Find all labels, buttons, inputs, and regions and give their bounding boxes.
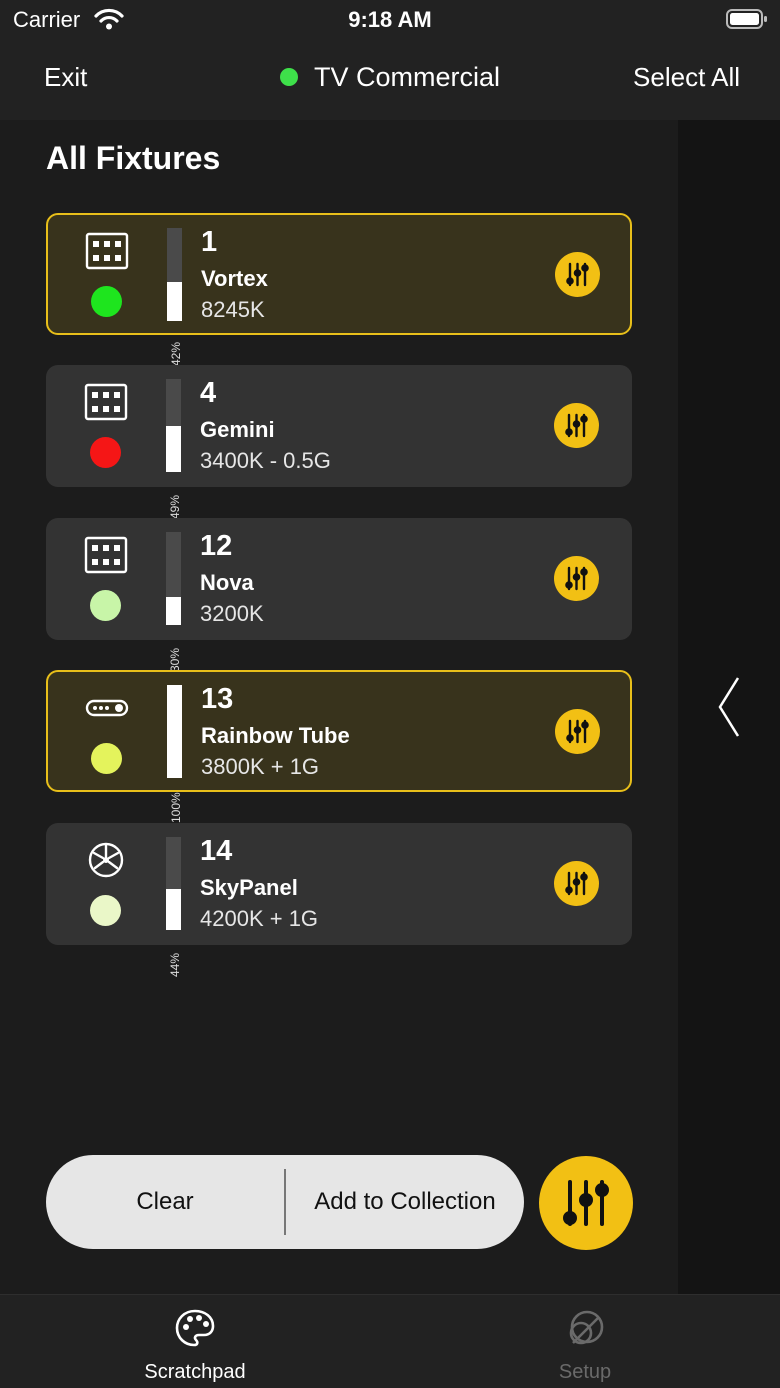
clear-button[interactable]: Clear	[46, 1155, 284, 1249]
select-all-button[interactable]: Select All	[633, 62, 740, 93]
status-dot	[279, 67, 298, 86]
action-pill: Clear Add to Collection	[46, 1155, 524, 1249]
fixture-number: 4	[200, 377, 217, 409]
intensity-bar	[167, 685, 182, 778]
tab-scratchpad[interactable]: Scratchpad	[0, 1295, 390, 1388]
chevron-left-icon[interactable]	[716, 676, 742, 738]
fixture-card[interactable]: 100% 13 Rainbow Tube 3800K + 1G	[46, 670, 632, 823]
clock: 9:18 AM	[348, 7, 432, 32]
section-title: All Fixtures	[46, 140, 221, 176]
intensity-bar	[166, 379, 181, 472]
fixture-controls-button[interactable]	[555, 709, 600, 754]
fixture-card[interactable]: 44% 14 SkyPanel 4200K + 1G	[46, 823, 632, 977]
fixture-controls-button[interactable]	[555, 252, 600, 297]
tab-bar: Scratchpad Setup	[0, 1294, 780, 1388]
panel-grid-icon	[85, 232, 129, 270]
color-dot	[91, 286, 122, 317]
intensity-bar-fill	[166, 889, 181, 930]
fixture-name: Vortex	[201, 266, 268, 291]
intensity-bar-fill	[167, 685, 182, 778]
fixture-card[interactable]: 49% 4 Gemini 3400K - 0.5G	[46, 365, 632, 519]
intensity-label: 49%	[168, 494, 182, 519]
fixture-name: Gemini	[200, 417, 275, 442]
sliders-icon	[554, 871, 599, 910]
fixture-number: 1	[201, 226, 218, 258]
panel-grid-icon	[84, 383, 128, 421]
color-dot	[90, 895, 121, 926]
sliders-icon	[555, 719, 600, 758]
fixture-name: SkyPanel	[200, 875, 298, 900]
fixture-number: 14	[200, 835, 233, 867]
intensity-bar	[166, 532, 181, 625]
fixture-detail: 4200K + 1G	[200, 906, 319, 931]
sliders-icon	[554, 566, 599, 605]
sliders-icon	[563, 1180, 609, 1226]
fixture-controls-button[interactable]	[554, 403, 599, 448]
color-dot	[90, 437, 121, 468]
tab-scratchpad-label: Scratchpad	[144, 1361, 246, 1383]
fixture-name: Nova	[200, 570, 254, 595]
status-bar: Carrier 9:18 AM	[0, 0, 780, 42]
fixture-detail: 3400K - 0.5G	[200, 448, 331, 473]
panel-grid-icon	[84, 536, 128, 574]
intensity-bar-fill	[167, 282, 182, 321]
fixture-card[interactable]: 30% 12 Nova 3200K	[46, 518, 632, 672]
fixture-card[interactable]: 42% 1 Vortex 8245K	[46, 213, 632, 366]
intensity-label: 42%	[169, 341, 183, 366]
fixture-detail: 3800K + 1G	[201, 754, 320, 779]
fixture-number: 12	[200, 530, 233, 562]
intensity-bar-fill	[166, 597, 181, 625]
battery-icon	[726, 9, 767, 29]
tab-setup-label: Setup	[558, 1361, 612, 1383]
project-title: TV Commercial	[313, 62, 501, 92]
intensity-label: 30%	[168, 647, 182, 672]
fixture-controls-button[interactable]	[554, 556, 599, 601]
add-to-collection-button[interactable]: Add to Collection	[286, 1155, 524, 1249]
intensity-label: 100%	[169, 792, 183, 823]
controls-button[interactable]	[539, 1156, 633, 1250]
intensity-bar	[166, 837, 181, 930]
fixture-controls-button[interactable]	[554, 861, 599, 906]
intensity-label: 44%	[168, 952, 182, 977]
tube-icon	[85, 689, 129, 727]
fixture-detail: 3200K	[200, 601, 264, 626]
fixture-detail: 8245K	[201, 297, 265, 322]
tab-setup[interactable]: Setup	[390, 1295, 780, 1388]
fixture-number: 13	[201, 683, 234, 715]
fixture-name: Rainbow Tube	[201, 723, 350, 748]
nav-bar: Exit TV Commercial Select All	[0, 42, 780, 120]
intensity-bar-fill	[166, 426, 181, 472]
color-dot	[91, 743, 122, 774]
palette-icon	[175, 1309, 215, 1347]
sliders-icon	[555, 262, 600, 301]
setup-icon	[569, 1310, 604, 1345]
color-dot	[90, 590, 121, 621]
intensity-bar	[167, 228, 182, 321]
sliders-icon	[554, 413, 599, 452]
fan-icon	[84, 841, 128, 879]
